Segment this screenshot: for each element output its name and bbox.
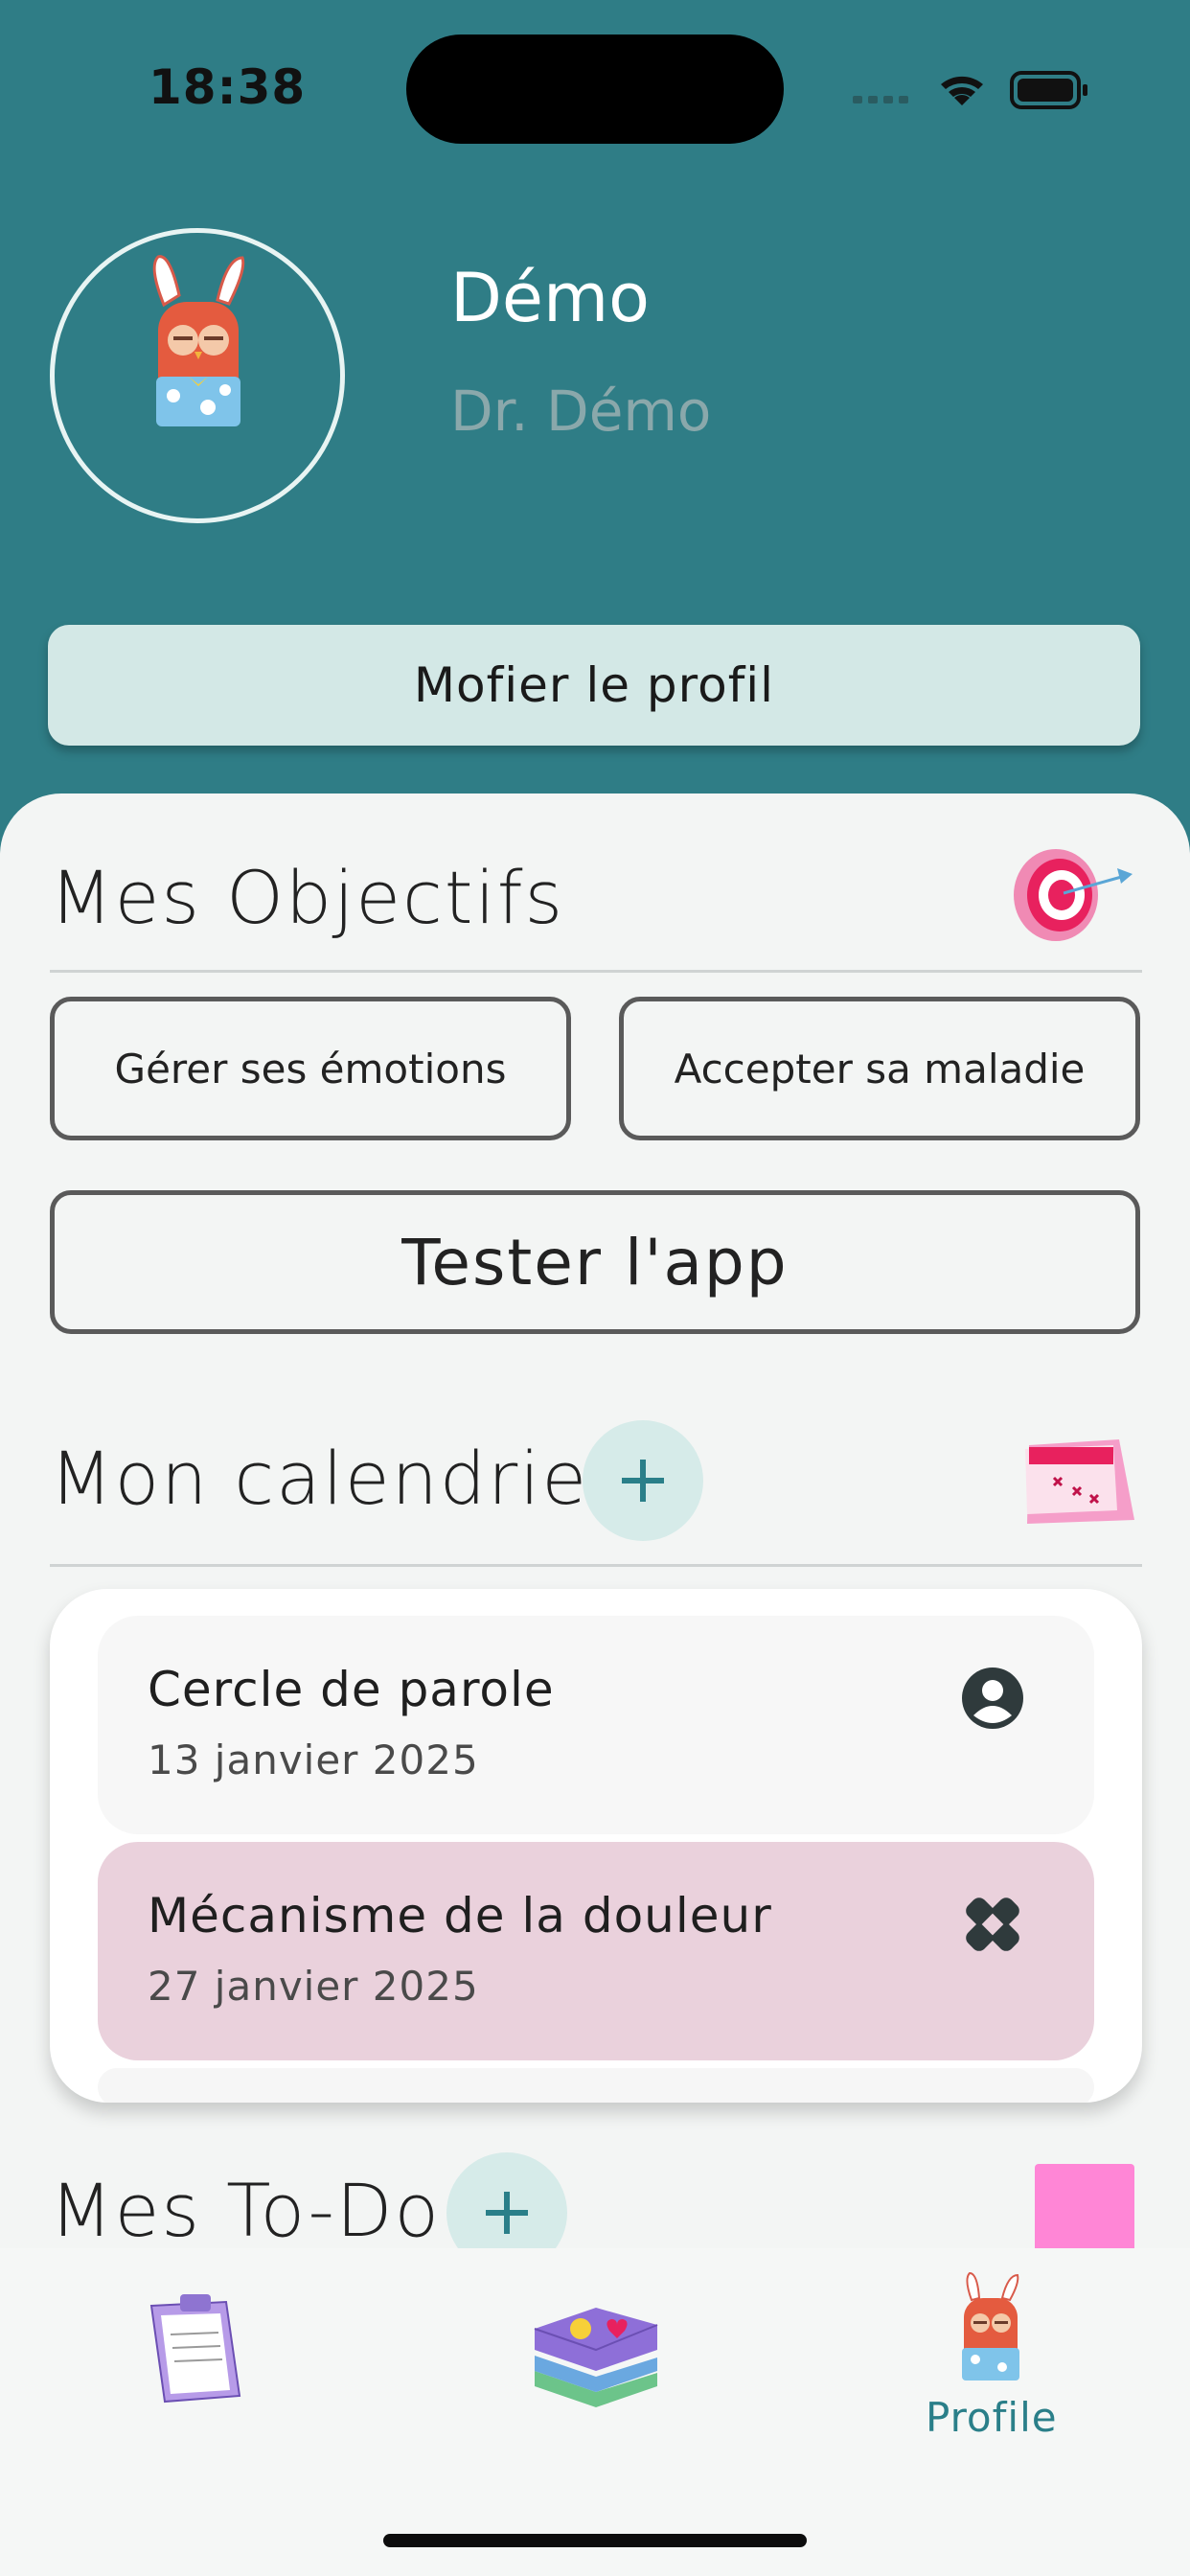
todo-title: Mes To-Do [50,2168,441,2253]
profile-subtitle: Dr. Démo [450,379,712,444]
event-item[interactable]: Cercle de parole 13 janvier 2025 [98,1616,1094,1834]
profile-avatar[interactable] [50,228,345,523]
add-calendar-event-button[interactable] [583,1420,703,1541]
calendar-divider [50,1564,1142,1567]
wifi-icon [941,76,983,105]
profile-name: Démo [450,259,650,337]
objective-accept-illness[interactable]: Accepter sa maladie [619,997,1140,1140]
objectives-title: Mes Objectifs [50,855,565,940]
plus-icon [486,2192,528,2234]
clipboard-icon [149,2294,241,2404]
calendar-icon [1025,1439,1134,1524]
calendar-title: Mon calendrier [50,1436,621,1521]
event-item-peek [98,2068,1094,2103]
target-icon [1014,849,1133,941]
bandage-icon [966,1898,1019,1951]
nav-label-profile: Profile [926,2394,1058,2441]
person-circle-icon [962,1668,1023,1729]
sticky-note-icon [1035,2164,1134,2260]
signal-icon [853,96,908,104]
status-icons [853,71,1087,109]
edit-profile-button[interactable]: Mofier le profil [48,625,1140,746]
objective-test-app[interactable]: Tester l'app [50,1190,1140,1334]
dynamic-island [406,34,784,144]
nav-tab-notes[interactable] [142,2287,257,2411]
plus-icon [622,1460,664,1502]
event-date: 27 janvier 2025 [148,1963,479,2010]
owl-avatar-icon [962,2271,1019,2380]
objectives-divider [50,970,1142,973]
owl-avatar-icon [152,255,245,426]
calendar-card: Cercle de parole 13 janvier 2025 Mécanis… [50,1589,1142,2103]
event-date: 13 janvier 2025 [148,1736,479,1783]
battery-icon [1010,71,1087,109]
status-time: 18:38 [149,59,307,115]
home-indicator [383,2534,807,2547]
event-title: Mécanisme de la douleur [148,1888,772,1944]
nav-tab-profile[interactable]: Profile [901,2267,1081,2459]
event-item[interactable]: Mécanisme de la douleur 27 janvier 2025 [98,1842,1094,2060]
objective-manage-emotions[interactable]: Gérer ses émotions [50,997,571,1140]
event-title: Cercle de parole [148,1662,555,1717]
books-icon [534,2308,658,2407]
nav-tab-library[interactable] [529,2290,661,2409]
